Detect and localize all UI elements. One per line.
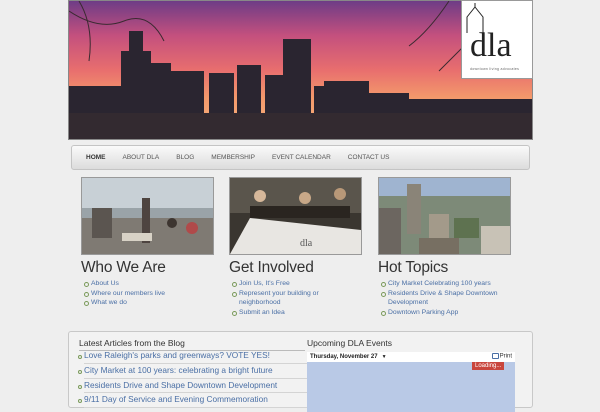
logo-text: dla	[470, 27, 512, 64]
who-we-are-heading: Who We Are	[81, 259, 166, 276]
calendar-date[interactable]: Thursday, November 27	[310, 354, 378, 360]
link-about-us[interactable]: About Us	[84, 279, 214, 289]
main-navigation: Home About DLA Blog Membership Event Cal…	[71, 145, 530, 170]
link-city-market[interactable]: City Market Celebrating 100 years	[381, 279, 511, 289]
blog-article-link[interactable]: Love Raleigh's parks and greenways? VOTE…	[78, 349, 314, 364]
link-submit-idea[interactable]: Submit an Idea	[232, 308, 362, 318]
hot-topics-heading: Hot Topics	[378, 259, 449, 276]
link-where-members-live[interactable]: Where our members live	[84, 289, 214, 299]
printer-icon	[491, 353, 499, 359]
street-cafe-image[interactable]	[81, 177, 214, 255]
link-join-us[interactable]: Join Us, It's Free	[232, 279, 362, 289]
loading-indicator: Loading...	[472, 362, 505, 370]
events-section-title: Upcoming DLA Events	[307, 338, 393, 348]
get-involved-section: dla Get Involved Join Us, It's Free Repr…	[229, 177, 362, 317]
print-label: Print	[499, 353, 512, 360]
link-represent-building[interactable]: Represent your building or neighborhood	[232, 289, 362, 308]
nav-item-home[interactable]: Home	[86, 154, 106, 161]
hot-topics-section: Hot Topics City Market Celebrating 100 y…	[378, 177, 511, 317]
svg-text:dla: dla	[300, 238, 313, 249]
who-we-are-section: Who We Are About Us Where our members li…	[81, 177, 214, 308]
nav-item-membership[interactable]: Membership	[211, 154, 255, 161]
link-residents-drive[interactable]: Residents Drive & Shape Downtown Develop…	[381, 289, 511, 308]
calendar-header: Thursday, November 27 ▼ Print	[307, 352, 515, 362]
bottom-panel: Latest Articles from the Blog Love Ralei…	[68, 331, 533, 412]
nav-item-contact-us[interactable]: Contact Us	[348, 154, 390, 161]
blog-section-title: Latest Articles from the Blog	[79, 338, 185, 348]
get-involved-heading: Get Involved	[229, 259, 314, 276]
nav-item-about-dla[interactable]: About DLA	[123, 154, 160, 161]
meeting-photo[interactable]: dla	[229, 177, 362, 255]
calendar-body[interactable]: Loading...	[307, 362, 515, 412]
chevron-down-icon[interactable]: ▼	[382, 354, 387, 360]
nav-item-event-calendar[interactable]: Event Calendar	[272, 154, 331, 161]
event-calendar-widget: Thursday, November 27 ▼ Print Loading...	[307, 352, 515, 412]
aerial-city-image[interactable]	[378, 177, 511, 255]
link-what-we-do[interactable]: What we do	[84, 298, 214, 308]
link-parking-app[interactable]: Downtown Parking App	[381, 308, 511, 318]
blog-article-link[interactable]: 9/11 Day of Service and Evening Commemor…	[78, 393, 314, 409]
print-button[interactable]: Print	[491, 353, 512, 360]
logo-tagline: downtown living advocates	[470, 67, 520, 71]
nav-item-blog[interactable]: Blog	[176, 154, 194, 161]
blog-article-link[interactable]: City Market at 100 years: celebrating a …	[78, 364, 314, 379]
blog-article-list: Love Raleigh's parks and greenways? VOTE…	[78, 349, 314, 409]
blog-article-link[interactable]: Residents Drive and Shape Downtown Devel…	[78, 379, 314, 394]
dla-logo[interactable]: dla downtown living advocates	[461, 0, 533, 79]
